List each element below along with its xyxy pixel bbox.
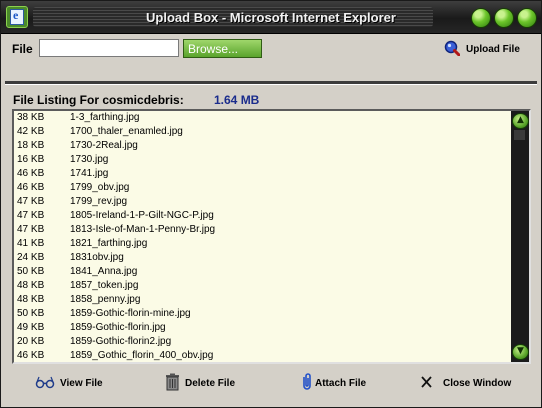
file-list-row[interactable]: 18 KB 1730-2Real.jpg [14, 139, 511, 153]
file-size: 38 KB [17, 112, 45, 123]
vertical-scrollbar[interactable]: ▲ ▼ [511, 111, 529, 362]
paperclip-icon [303, 373, 311, 390]
file-listing-label: File Listing For cosmicdebris: [13, 93, 184, 107]
file-name: 1730.jpg [70, 154, 109, 165]
glasses-icon [35, 376, 55, 389]
file-size: 48 KB [17, 280, 45, 291]
file-name: 1799_obv.jpg [70, 182, 130, 193]
file-name: 1858_penny.jpg [70, 294, 141, 305]
file-name: 1859_Gothic_florin_400_obv.jpg [70, 350, 214, 361]
attach-file-button[interactable]: Attach File [297, 373, 382, 391]
file-list-row[interactable]: 20 KB 1859-Gothic-florin2.jpg [14, 335, 511, 349]
file-size: 47 KB [17, 210, 45, 221]
file-name: 1813-Isle-of-Man-1-Penny-Br.jpg [70, 224, 216, 235]
file-size: 24 KB [17, 252, 45, 263]
file-list-row[interactable]: 24 KB 1831obv.jpg [14, 251, 511, 265]
file-list[interactable]: 38 KB 1-3_farthing.jpg 42 KB 1700_thaler_en… [12, 109, 531, 364]
file-list-row[interactable]: 49 KB 1859-Gothic-florin.jpg [14, 321, 511, 335]
file-size: 50 KB [17, 308, 45, 319]
file-size: 50 KB [17, 266, 45, 277]
file-size: 46 KB [17, 350, 45, 361]
scroll-down-icon[interactable]: ▼ [512, 344, 529, 360]
title-bar[interactable]: Upload Box - Microsoft Internet Explorer [1, 1, 541, 34]
trash-icon [166, 373, 179, 391]
close-window-button[interactable]: Close Window [419, 373, 524, 391]
file-list-row[interactable]: 46 KB 1741.jpg [14, 167, 511, 181]
file-list-row[interactable]: 50 KB 1859-Gothic-florin-mine.jpg [14, 307, 511, 321]
attach-file-label: Attach File [315, 378, 367, 389]
file-list-row[interactable]: 47 KB 1805-Ireland-1-P-Gilt-NGC-P.jpg [14, 209, 511, 223]
file-name: 1741.jpg [70, 168, 109, 179]
file-size: 42 KB [17, 126, 45, 137]
file-list-rows: 38 KB 1-3_farthing.jpg 42 KB 1700_thaler_en… [14, 111, 511, 362]
file-size: 47 KB [17, 224, 45, 235]
file-size: 16 KB [17, 154, 45, 165]
browse-button[interactable]: Browse... [183, 39, 262, 58]
file-list-row[interactable]: 41 KB 1821_farthing.jpg [14, 237, 511, 251]
file-list-row[interactable]: 48 KB 1858_penny.jpg [14, 293, 511, 307]
file-list-row[interactable]: 48 KB 1857_token.jpg [14, 279, 511, 293]
file-list-row[interactable]: 47 KB 1799_rev.jpg [14, 195, 511, 209]
file-size: 41 KB [17, 238, 45, 249]
file-size: 48 KB [17, 294, 45, 305]
maximize-button[interactable] [494, 8, 514, 28]
file-name: 1730-2Real.jpg [70, 140, 138, 151]
file-name: 1831obv.jpg [70, 252, 124, 263]
delete-file-button[interactable]: Delete File [163, 373, 253, 391]
file-name: 1859-Gothic-florin2.jpg [70, 336, 172, 347]
file-list-row[interactable]: 38 KB 1-3_farthing.jpg [14, 111, 511, 125]
file-size: 20 KB [17, 336, 45, 347]
view-file-label: View File [60, 378, 103, 389]
scroll-thumb[interactable] [514, 130, 525, 140]
file-name: 1-3_farthing.jpg [70, 112, 140, 123]
view-file-button[interactable]: View File [35, 373, 115, 391]
file-list-row[interactable]: 42 KB 1700_thaler_enamled.jpg [14, 125, 511, 139]
file-size: 46 KB [17, 168, 45, 179]
file-list-row[interactable]: 46 KB 1859_Gothic_florin_400_obv.jpg [14, 349, 511, 362]
upload-magnifier-icon[interactable] [444, 40, 460, 56]
file-name: 1821_farthing.jpg [70, 238, 148, 249]
file-name: 1700_thaler_enamled.jpg [70, 126, 183, 137]
file-name: 1805-Ireland-1-P-Gilt-NGC-P.jpg [70, 210, 214, 221]
file-list-row[interactable]: 16 KB 1730.jpg [14, 153, 511, 167]
close-window-label: Close Window [443, 378, 512, 389]
separator [5, 81, 537, 85]
file-name: 1799_rev.jpg [70, 196, 128, 207]
upload-file-button[interactable]: Upload File [466, 44, 520, 55]
file-label: File [12, 42, 33, 56]
file-size: 49 KB [17, 322, 45, 333]
file-name: 1859-Gothic-florin.jpg [70, 322, 166, 333]
close-button[interactable] [517, 8, 537, 28]
minimize-button[interactable] [471, 8, 491, 28]
file-name: 1857_token.jpg [70, 280, 139, 291]
total-size: 1.64 MB [214, 93, 260, 107]
file-size: 46 KB [17, 182, 45, 193]
file-name: 1841_Anna.jpg [70, 266, 138, 277]
file-size: 18 KB [17, 140, 45, 151]
file-name: 1859-Gothic-florin-mine.jpg [70, 308, 191, 319]
file-size: 47 KB [17, 196, 45, 207]
delete-file-label: Delete File [185, 378, 236, 389]
file-list-row[interactable]: 47 KB 1813-Isle-of-Man-1-Penny-Br.jpg [14, 223, 511, 237]
file-list-row[interactable]: 50 KB 1841_Anna.jpg [14, 265, 511, 279]
file-path-input[interactable] [39, 39, 179, 57]
close-x-icon [421, 376, 432, 388]
upload-box-window: Upload Box - Microsoft Internet Explorer… [0, 0, 542, 408]
file-list-row[interactable]: 46 KB 1799_obv.jpg [14, 181, 511, 195]
scroll-up-icon[interactable]: ▲ [512, 113, 529, 129]
window-title: Upload Box - Microsoft Internet Explorer [146, 10, 396, 25]
